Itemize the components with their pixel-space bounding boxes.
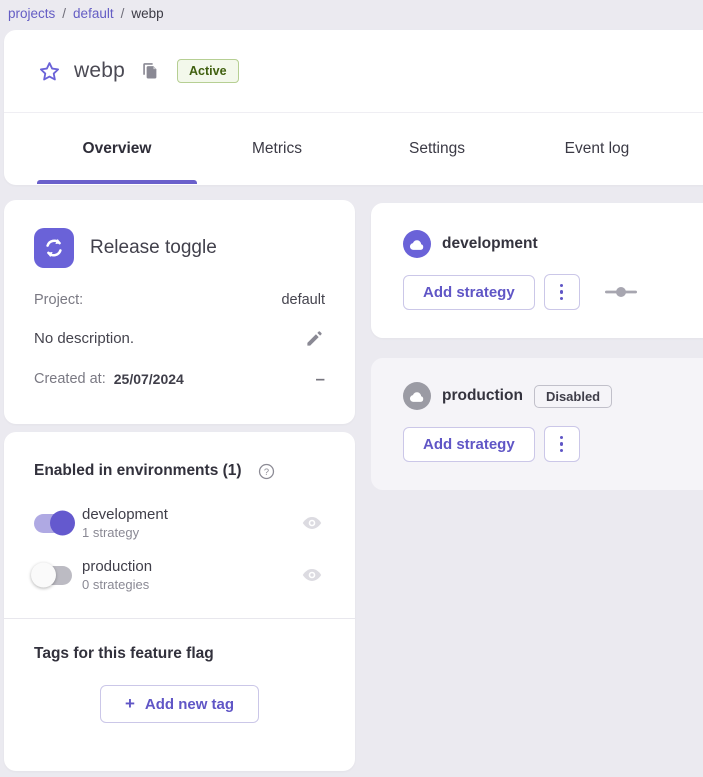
production-toggle[interactable] (34, 566, 72, 585)
copy-name-icon[interactable] (140, 61, 160, 81)
production-environment-panel: production Disabled Add strategy (371, 358, 703, 490)
status-badge: Active (177, 59, 239, 83)
add-new-tag-label: Add new tag (145, 696, 234, 713)
svg-text:?: ? (264, 466, 269, 476)
edit-description-pencil-icon[interactable] (303, 327, 325, 349)
breadcrumb-separator: / (62, 6, 66, 21)
development-toggle[interactable] (34, 514, 72, 533)
title-row: webp Active (4, 30, 703, 113)
feature-details-card: Release toggle Project: default No descr… (4, 200, 355, 424)
created-at-row: Created at: 25/07/2024 – (34, 371, 325, 387)
feature-flag-overview-page: projects / default / webp webp Active Ov… (0, 0, 703, 777)
tab-bar: Overview Metrics Settings Event log (4, 113, 703, 184)
tab-event-log[interactable]: Event log (517, 140, 677, 158)
description-row: No description. (34, 327, 325, 349)
tags-section: Tags for this feature flag + Add new tag (4, 618, 355, 723)
tab-metrics[interactable]: Metrics (197, 140, 357, 158)
environment-name: development (82, 506, 299, 523)
eye-icon[interactable] (299, 510, 325, 536)
breadcrumb-separator: / (121, 6, 125, 21)
project-label: Project: (34, 292, 83, 308)
tags-heading: Tags for this feature flag (34, 645, 325, 663)
feature-header-card: webp Active Overview Metrics Settings Ev… (4, 30, 703, 185)
environments-card: Enabled in environments (1) ? developmen… (4, 432, 355, 771)
cloud-environment-icon (403, 230, 431, 258)
breadcrumb-link-projects[interactable]: projects (8, 6, 55, 21)
breadcrumb: projects / default / webp (8, 0, 164, 26)
environment-row-production: production 0 strategies (34, 558, 325, 592)
created-at-label: Created at: (34, 371, 106, 387)
project-row: Project: default (34, 292, 325, 308)
environment-panel-name: development (442, 235, 538, 253)
page-title: webp (74, 59, 125, 83)
project-value: default (281, 292, 325, 308)
tab-overview[interactable]: Overview (37, 140, 197, 158)
strategy-connector-icon (605, 286, 637, 298)
environment-strategy-count: 1 strategy (82, 525, 299, 540)
sync-icon (34, 228, 74, 268)
add-strategy-button[interactable]: Add strategy (403, 427, 535, 462)
disabled-badge: Disabled (534, 385, 612, 408)
eye-icon[interactable] (299, 562, 325, 588)
cloud-environment-icon (403, 382, 431, 410)
feature-type-row: Release toggle (34, 228, 325, 268)
created-at-value: 25/07/2024 (114, 371, 184, 387)
favorite-star-icon[interactable] (37, 59, 61, 83)
environments-heading: Enabled in environments (1) (34, 462, 242, 480)
description-text: No description. (34, 330, 134, 347)
tab-settings[interactable]: Settings (357, 140, 517, 158)
plus-icon: + (125, 694, 135, 714)
breadcrumb-link-default[interactable]: default (73, 6, 114, 21)
environment-row-development: development 1 strategy (34, 506, 325, 540)
add-new-tag-button[interactable]: + Add new tag (100, 685, 259, 723)
environment-name: production (82, 558, 299, 575)
collapse-dash-icon: – (316, 374, 325, 384)
help-icon[interactable]: ? (256, 460, 278, 482)
add-strategy-button[interactable]: Add strategy (403, 275, 535, 310)
breadcrumb-current: webp (131, 6, 163, 21)
more-options-kebab-button[interactable] (544, 274, 580, 310)
feature-type-label: Release toggle (90, 237, 217, 259)
environment-strategy-count: 0 strategies (82, 577, 299, 592)
development-environment-panel: development Add strategy (371, 203, 703, 338)
environment-panel-name: production (442, 387, 523, 405)
more-options-kebab-button[interactable] (544, 426, 580, 462)
active-tab-indicator (37, 180, 197, 184)
